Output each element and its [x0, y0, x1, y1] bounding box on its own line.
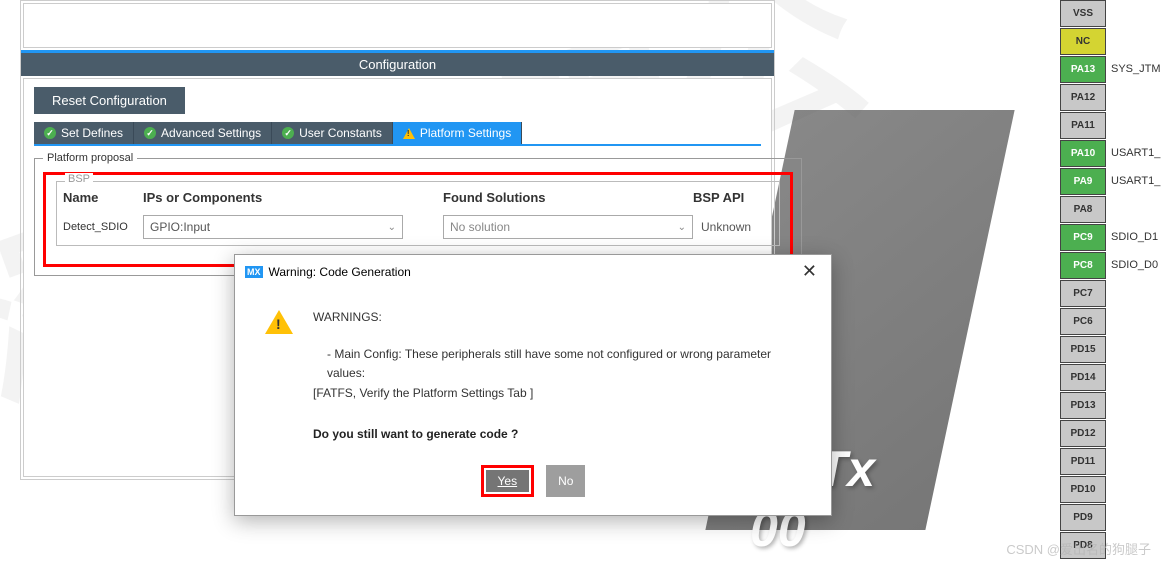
check-icon: ✓ — [282, 127, 294, 139]
mx-icon: MX — [245, 266, 263, 278]
warning-icon — [265, 310, 293, 334]
pin-label-PC9: SDIO_D1 — [1111, 231, 1158, 243]
pin-PD9[interactable]: PD9 — [1060, 504, 1106, 531]
warnings-heading: WARNINGS: — [313, 308, 801, 327]
tab-bar: ✓ Set Defines ✓ Advanced Settings ✓ User Co… — [34, 122, 761, 146]
pin-PD11[interactable]: PD11 — [1060, 448, 1106, 475]
tab-advanced-settings[interactable]: ✓ Advanced Settings — [134, 122, 272, 144]
pin-NC[interactable]: NC — [1060, 28, 1106, 55]
pin-PC7[interactable]: PC7 — [1060, 280, 1106, 307]
dialog-title: Warning: Code Generation — [269, 265, 411, 279]
dialog-body: WARNINGS: - Main Config: These periphera… — [235, 288, 831, 459]
warning-line2: [FATFS, Verify the Platform Settings Tab… — [313, 384, 801, 403]
chevron-down-icon: ⌄ — [388, 222, 396, 233]
bsp-legend: BSP — [65, 173, 93, 185]
bsp-fieldset: BSP Name IPs or Components Found Solutio… — [56, 181, 780, 246]
tab-user-constants[interactable]: ✓ User Constants — [272, 122, 393, 144]
header-found: Found Solutions — [443, 190, 693, 205]
platform-proposal-legend: Platform proposal — [43, 152, 137, 164]
pin-PA8[interactable]: PA8 — [1060, 196, 1106, 223]
pin-PD12[interactable]: PD12 — [1060, 420, 1106, 447]
found-dropdown[interactable]: No solution ⌄ — [443, 215, 693, 239]
pin-PC9[interactable]: PC9 — [1060, 224, 1106, 251]
pin-PA11[interactable]: PA11 — [1060, 112, 1106, 139]
pin-PA9[interactable]: PA9 — [1060, 168, 1106, 195]
pin-VSS[interactable]: VSS — [1060, 0, 1106, 27]
no-button[interactable]: No — [546, 465, 585, 497]
bsp-row: Detect_SDIO GPIO:Input ⌄ No solution ⌄ Unk… — [63, 215, 773, 239]
header-api: BSP API — [693, 190, 773, 205]
pin-PA12[interactable]: PA12 — [1060, 84, 1106, 111]
tab-label: Platform Settings — [420, 126, 511, 140]
check-icon: ✓ — [44, 127, 56, 139]
pin-label-PC8: SDIO_D0 — [1111, 259, 1158, 271]
dialog-titlebar: MX Warning: Code Generation ✕ — [235, 255, 831, 288]
pin-PA10[interactable]: PA10 — [1060, 140, 1106, 167]
pin-label-PA9: USART1_ — [1111, 175, 1160, 187]
tab-label: User Constants — [299, 126, 382, 140]
pin-PD10[interactable]: PD10 — [1060, 476, 1106, 503]
pin-label-PA10: USART1_ — [1111, 147, 1160, 159]
dialog-buttons: Yes No — [235, 459, 831, 515]
pin-PD14[interactable]: PD14 — [1060, 364, 1106, 391]
pin-PC8[interactable]: PC8 — [1060, 252, 1106, 279]
pin-PC6[interactable]: PC6 — [1060, 308, 1106, 335]
top-blank — [23, 3, 772, 48]
dialog-text: WARNINGS: - Main Config: These periphera… — [313, 308, 801, 444]
header-ips: IPs or Components — [143, 190, 443, 205]
dropdown-value: GPIO:Input — [150, 220, 210, 234]
pin-column: VSSNCPA13PA12PA11PA10PA9PA8PC9PC8PC7PC6P… — [1060, 0, 1106, 559]
bsp-headers: Name IPs or Components Found Solutions B… — [63, 190, 773, 205]
config-header: Configuration — [21, 50, 774, 76]
warning-line1: - Main Config: These peripherals still h… — [313, 345, 801, 383]
pin-PD13[interactable]: PD13 — [1060, 392, 1106, 419]
csdn-watermark: CSDN @爱出名的狗腿子 — [1006, 539, 1151, 558]
yes-button[interactable]: Yes — [486, 470, 530, 492]
warning-icon — [403, 128, 415, 139]
dropdown-value: No solution — [450, 220, 510, 234]
tab-platform-settings[interactable]: Platform Settings — [393, 122, 522, 144]
tab-label: Advanced Settings — [161, 126, 261, 140]
close-icon[interactable]: ✕ — [798, 261, 821, 282]
yes-highlight: Yes — [481, 465, 535, 497]
pin-label-PA13: SYS_JTM — [1111, 63, 1161, 75]
confirm-question: Do you still want to generate code ? — [313, 425, 801, 444]
pin-PD15[interactable]: PD15 — [1060, 336, 1106, 363]
chevron-down-icon: ⌄ — [678, 222, 686, 233]
row-name: Detect_SDIO — [63, 221, 143, 233]
ips-dropdown[interactable]: GPIO:Input ⌄ — [143, 215, 403, 239]
tab-set-defines[interactable]: ✓ Set Defines — [34, 122, 134, 144]
highlight-box: BSP Name IPs or Components Found Solutio… — [43, 172, 793, 267]
pin-PA13[interactable]: PA13 — [1060, 56, 1106, 83]
header-name: Name — [63, 190, 143, 205]
api-value: Unknown — [693, 220, 773, 234]
reset-config-button[interactable]: Reset Configuration — [34, 87, 185, 114]
tab-label: Set Defines — [61, 126, 123, 140]
check-icon: ✓ — [144, 127, 156, 139]
warning-dialog: MX Warning: Code Generation ✕ WARNINGS: … — [234, 254, 832, 516]
